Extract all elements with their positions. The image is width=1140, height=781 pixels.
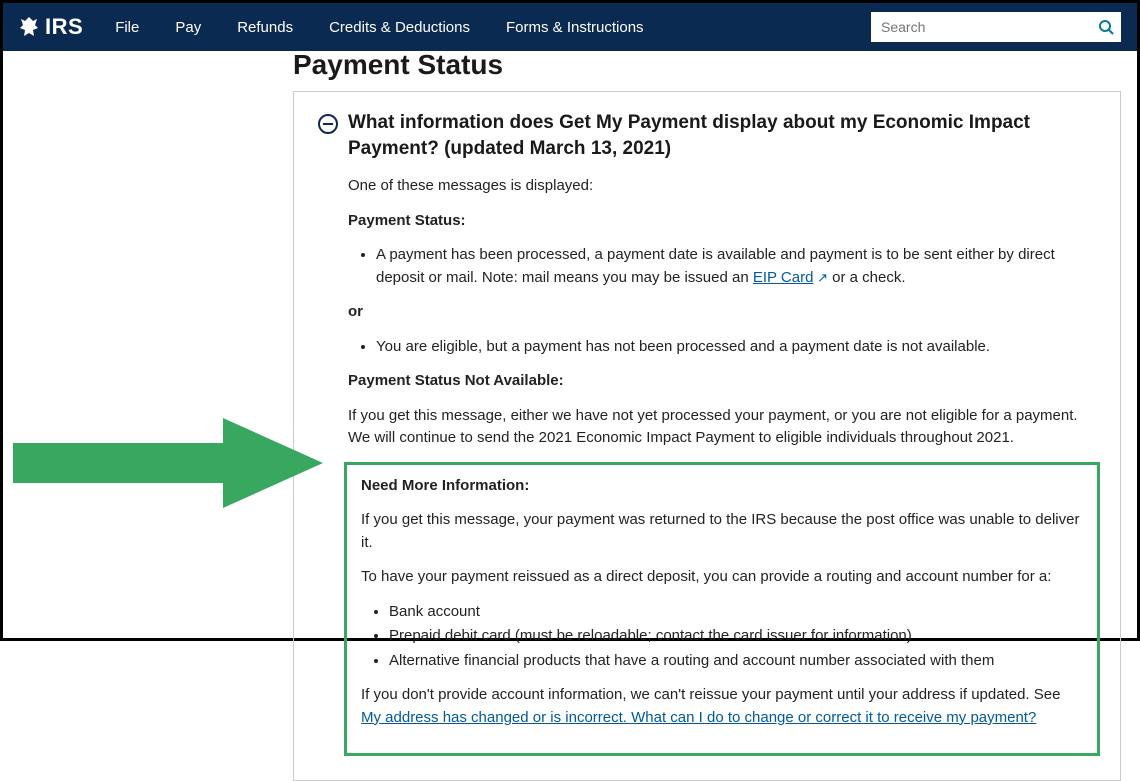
eip-card-link[interactable]: EIP Card	[753, 269, 814, 286]
nav-pay[interactable]: Pay	[175, 19, 201, 36]
list-item: Bank account	[389, 601, 1083, 624]
accordion-title[interactable]: What information does Get My Payment dis…	[348, 110, 1096, 161]
intro-text: One of these messages is displayed:	[348, 175, 1096, 198]
highlighted-section: Need More Information: If you get this m…	[344, 462, 1100, 757]
collapse-icon[interactable]	[318, 114, 338, 134]
top-nav: IRS File Pay Refunds Credits & Deduction…	[3, 3, 1137, 51]
brand-text: IRS	[45, 14, 83, 40]
reissue-options-list: Bank account Prepaid debit card (must be…	[361, 601, 1083, 673]
address-changed-link[interactable]: My address has changed or is incorrect. …	[361, 709, 1036, 726]
accordion-panel: What information does Get My Payment dis…	[293, 91, 1121, 781]
bullet-text-pre: A payment has been processed, a payment …	[376, 246, 1055, 286]
page-title: Payment Status	[293, 49, 1137, 91]
bullet-text-post: or a check.	[828, 269, 906, 286]
nav-credits[interactable]: Credits & Deductions	[329, 19, 470, 36]
payment-status-list-2: You are eligible, but a payment has not …	[348, 336, 1096, 359]
need-more-info-heading: Need More Information:	[361, 477, 529, 494]
not-available-para: If you get this message, either we have …	[348, 405, 1096, 450]
list-item: Alternative financial products that have…	[389, 650, 1083, 673]
or-label: or	[348, 303, 363, 320]
primary-nav: File Pay Refunds Credits & Deductions Fo…	[115, 19, 643, 36]
need-more-info-para2: To have your payment reissued as a direc…	[361, 566, 1083, 589]
eagle-icon	[19, 16, 39, 38]
para3-pre: If you don't provide account information…	[361, 686, 1060, 703]
need-more-info-para3: If you don't provide account information…	[361, 684, 1083, 729]
list-item: A payment has been processed, a payment …	[376, 244, 1096, 289]
irs-logo[interactable]: IRS	[19, 14, 83, 40]
need-more-info-para1: If you get this message, your payment wa…	[361, 509, 1083, 554]
search-icon	[1098, 19, 1114, 35]
nav-file[interactable]: File	[115, 19, 139, 36]
nav-refunds[interactable]: Refunds	[237, 19, 293, 36]
search-container	[871, 12, 1121, 42]
payment-status-list: A payment has been processed, a payment …	[348, 244, 1096, 289]
list-item: Prepaid debit card (must be reloadable; …	[389, 625, 1083, 648]
nav-forms[interactable]: Forms & Instructions	[506, 19, 644, 36]
search-button[interactable]	[1091, 12, 1121, 42]
search-input[interactable]	[871, 12, 1091, 42]
payment-status-heading: Payment Status:	[348, 212, 466, 229]
not-available-heading: Payment Status Not Available:	[348, 372, 564, 389]
list-item: You are eligible, but a payment has not …	[376, 336, 1096, 359]
external-link-icon: ↗	[813, 270, 828, 285]
accordion-body: One of these messages is displayed: Paym…	[318, 161, 1096, 756]
